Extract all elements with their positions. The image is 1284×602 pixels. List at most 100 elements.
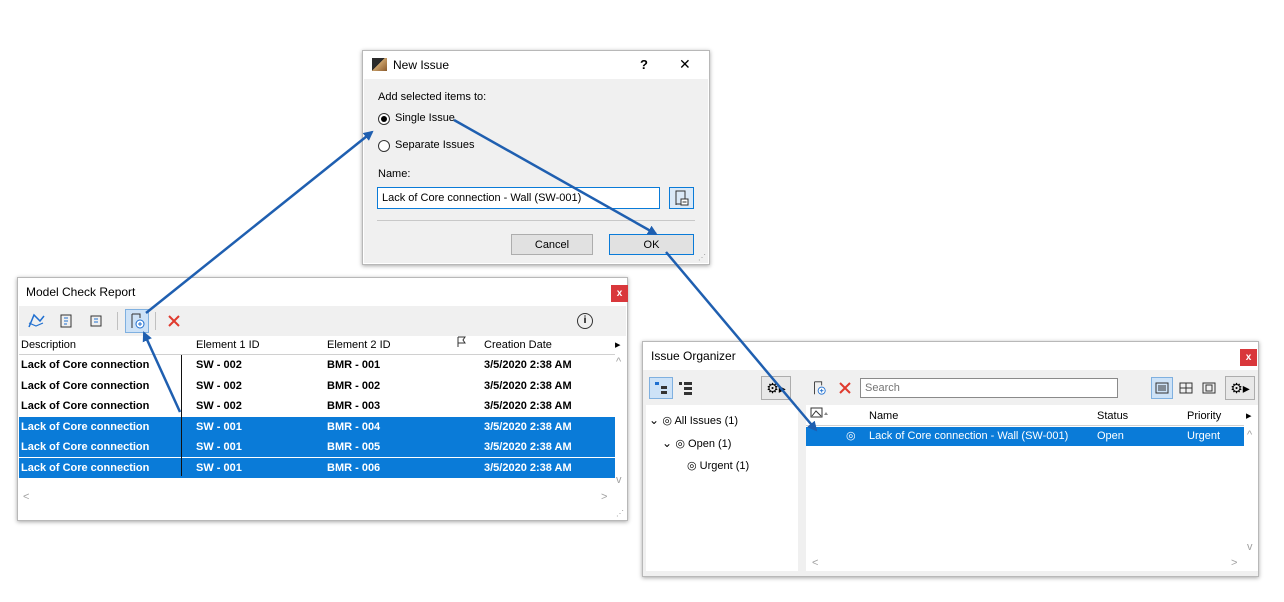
select-element-1-button[interactable] [55,310,77,332]
cancel-button[interactable]: Cancel [511,234,593,255]
cell-element-1-id: SW - 002 [196,379,242,392]
separate-issues-label[interactable]: Separate Issues [395,139,475,151]
close-button[interactable]: x [1240,349,1257,366]
zoom-to-element-button[interactable] [25,310,47,332]
tree-view-button[interactable] [649,377,673,399]
add-selected-label: Add selected items to: [378,91,487,103]
tree-item-label: All Issues (1) [674,415,739,427]
eye-icon[interactable]: ◎ [662,415,674,427]
column-creation-date[interactable]: Creation Date [484,336,552,354]
resize-grip-icon: ⋰ [698,253,706,262]
close-button[interactable]: ✕ [679,56,691,73]
new-issue-button[interactable] [808,377,830,399]
cell-element-2-id: BMR - 002 [327,379,381,392]
scroll-down-icon[interactable]: v [616,474,622,486]
separate-issues-radio[interactable] [378,140,390,152]
cell-description: Lack of Core connection [21,420,150,433]
column-preview[interactable] [810,407,830,425]
gear-icon: ⚙▸ [1230,379,1250,396]
gear-icon: ⚙▸ [766,379,786,396]
column-description[interactable]: Description [21,336,76,354]
select-element-2-button[interactable] [85,310,107,332]
list-view-button[interactable] [675,377,697,399]
scroll-right-icon[interactable]: > [1231,557,1237,569]
zoom-element-icon [28,313,45,328]
cell-creation-date: 3/5/2020 2:38 AM [484,400,572,412]
table-row[interactable]: Lack of Core connection SW - 002 BMR - 001… [19,355,615,375]
cell-element-2-id: BMR - 005 [327,441,381,453]
image-sort-icon [810,407,828,418]
dialog-title: New Issue [393,58,450,72]
table-row[interactable]: ◎ Lack of Core connection - Wall (SW-001)… [806,427,1244,446]
tree-item-label: Open (1) [688,438,732,450]
delete-button[interactable] [163,310,185,332]
chevron-down-icon[interactable]: ⌄ [662,436,675,450]
chevron-right-icon[interactable]: ▸ [615,336,621,354]
toolbar-separator [155,312,156,330]
tree-item[interactable]: ◎ Urgent (1) [687,459,749,472]
column-flag[interactable] [456,336,467,354]
cell-priority: Urgent [1187,430,1221,442]
cell-element-2-id: BMR - 004 [327,420,381,433]
delete-x-icon [168,315,180,327]
list-settings-button[interactable]: ⚙▸ [1225,376,1255,400]
tree-item-label: Urgent (1) [699,460,750,472]
column-status[interactable]: Status [1097,407,1128,425]
single-issue-label[interactable]: Single Issue [395,112,455,124]
close-button[interactable]: x [611,285,628,302]
eye-icon[interactable]: ◎ [687,460,700,472]
divider [377,220,695,221]
scroll-down-icon[interactable]: v [1247,541,1253,553]
issue-tree: ⌄ ◎ All Issues (1) ⌄ ◎ Open (1) ◎ Urgent (… [646,405,798,571]
cell-description: Lack of Core connection [21,359,150,371]
scroll-left-icon[interactable]: < [812,557,818,569]
info-button[interactable]: i [575,311,595,331]
column-element-1-id[interactable]: Element 1 ID [196,336,260,354]
cell-creation-date: 3/5/2020 2:38 AM [484,379,572,392]
column-element-2-id[interactable]: Element 2 ID [327,336,391,354]
delete-button[interactable] [834,377,856,399]
chevron-down-icon[interactable]: ⌄ [649,413,662,427]
flat-list-icon [679,382,692,395]
name-label: Name: [378,168,411,180]
table-row[interactable]: Lack of Core connection SW - 001 BMR - 004… [19,416,615,437]
scroll-up-icon[interactable]: ^ [616,356,621,368]
table-row[interactable]: Lack of Core connection SW - 002 BMR - 003… [19,396,615,416]
cell-creation-date: 3/5/2020 2:38 AM [484,359,572,371]
chevron-right-icon[interactable]: ▸ [1246,407,1252,425]
single-issue-radio[interactable] [378,113,390,125]
scroll-right-icon[interactable]: > [601,491,607,503]
column-name[interactable]: Name [869,407,898,425]
cell-creation-date: 3/5/2020 2:38 AM [484,461,572,474]
tree-item[interactable]: ⌄ ◎ All Issues (1) [649,413,738,427]
thumbnail-view-button[interactable] [1175,377,1197,399]
issue-list-header: Name Status Priority ▸ [806,407,1252,426]
details-view-button[interactable] [1151,377,1173,399]
select-icon [90,315,102,327]
table-header: Description Element 1 ID Element 2 ID Cr… [19,336,621,355]
tree-item[interactable]: ⌄ ◎ Open (1) [662,436,731,450]
table-row[interactable]: Lack of Core connection SW - 001 BMR - 005… [19,437,615,457]
cell-element-1-id: SW - 002 [196,359,242,371]
preview-view-button[interactable] [1198,377,1220,399]
name-field[interactable]: Lack of Core connection - Wall (SW-001) [377,187,660,209]
window-title: Issue Organizer [643,342,1258,370]
table-row[interactable]: Lack of Core connection SW - 001 BMR - 006… [19,457,615,478]
eye-icon[interactable]: ◎ [846,427,856,446]
search-input[interactable] [860,378,1118,398]
cell-name: Lack of Core connection - Wall (SW-001) [869,430,1069,442]
scroll-up-icon[interactable]: ^ [1247,429,1252,441]
column-priority[interactable]: Priority [1187,407,1221,425]
select-icon [60,314,72,328]
details-list-icon [1155,382,1169,394]
naming-options-button[interactable] [669,187,694,209]
ok-button[interactable]: OK [609,234,694,255]
eye-icon[interactable]: ◎ [675,438,688,450]
table-row[interactable]: Lack of Core connection SW - 002 BMR - 002… [19,376,615,396]
cell-description: Lack of Core connection [21,461,150,474]
flag-icon [457,336,466,347]
new-issue-button[interactable] [125,309,149,333]
tree-settings-button[interactable]: ⚙▸ [761,376,791,400]
help-button[interactable]: ? [640,57,648,72]
scroll-left-icon[interactable]: < [23,491,29,503]
